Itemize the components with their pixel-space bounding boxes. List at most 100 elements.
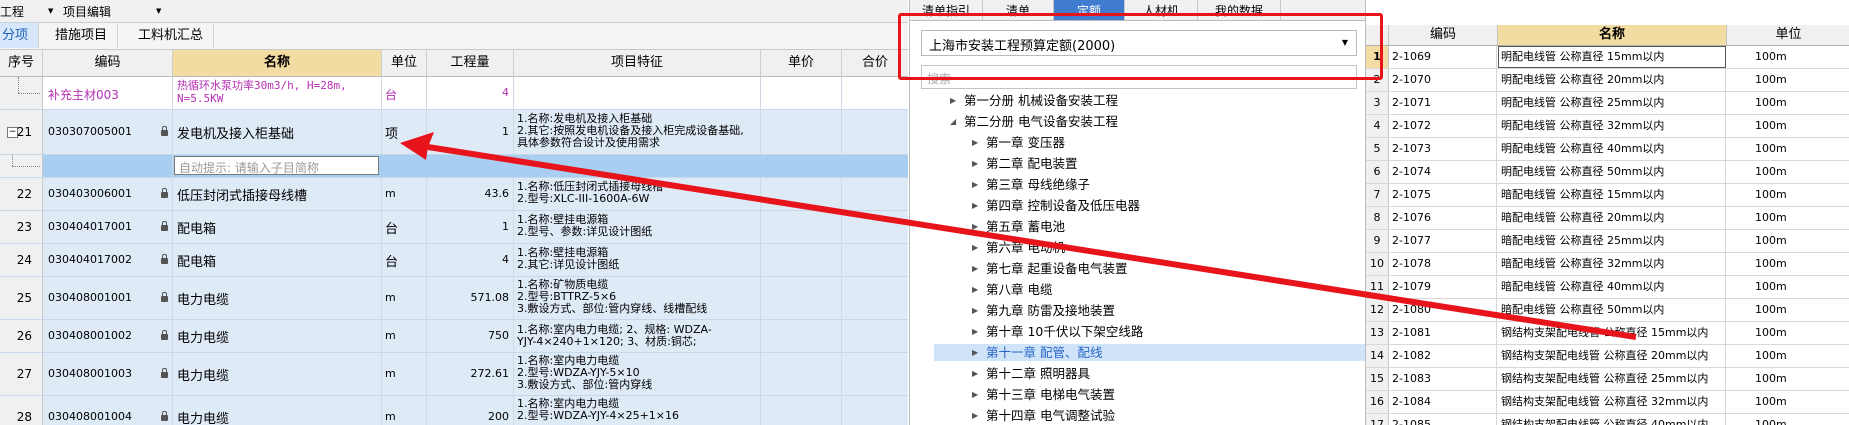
tree-node[interactable]: ▶ 第十四章 电气调整试验 xyxy=(972,407,1115,424)
table-row[interactable]: − 21 030307005001 发电机及接入柜基础 项 1 1.名称:发电机… xyxy=(0,110,908,155)
header-price[interactable]: 单价 xyxy=(761,50,842,76)
expand-arrow-icon[interactable]: ▶ xyxy=(972,134,978,151)
table-row-input[interactable]: 自动提示: 请输入子目简称 xyxy=(0,155,908,178)
row-seq: − 21 xyxy=(0,110,43,154)
tree-node[interactable]: ▶ 第十二章 照明器具 xyxy=(972,365,1090,382)
row-code: 030408001004 xyxy=(43,396,173,425)
expand-arrow-icon[interactable]: ▶ xyxy=(972,155,978,172)
tree-node[interactable]: ▶ 第一分册 机械设备安装工程 xyxy=(950,92,1118,109)
header-unit[interactable]: 单位 xyxy=(1727,25,1849,45)
menu-project[interactable]: 工程 xyxy=(0,3,24,19)
quota-row[interactable]: 14 2-1082 钢结构支架配电线管 公称直径 20mm以内 100m xyxy=(1366,345,1849,368)
expand-arrow-icon[interactable]: ▶ xyxy=(972,344,978,361)
tree-node[interactable]: ▶ 第六章 电动机 xyxy=(972,239,1065,256)
chevron-down-icon[interactable]: ▼ xyxy=(156,7,161,15)
row-unit: 台 xyxy=(382,211,427,243)
row-unit-text: 台 xyxy=(385,255,399,270)
expand-arrow-icon[interactable]: ▶ xyxy=(972,218,978,235)
header-feature[interactable]: 项目特征 xyxy=(514,50,761,76)
quota-row[interactable]: 16 2-1084 钢结构支架配电线管 公称直径 32mm以内 100m xyxy=(1366,391,1849,414)
autocomplete-input[interactable]: 自动提示: 请输入子目简称 xyxy=(174,156,379,175)
expand-arrow-icon[interactable]: ▶ xyxy=(972,302,978,319)
expand-arrow-icon[interactable]: ▶ xyxy=(972,197,978,214)
quota-unit: 100m xyxy=(1755,280,1787,293)
table-row[interactable]: 25 030408001001 电力电缆 m 571.08 1.名称:矿物质电缆… xyxy=(0,277,908,320)
table-row[interactable]: 28 030408001004 电力电缆 m 200 1.名称:室内电力电缆 2… xyxy=(0,396,908,425)
quota-row[interactable]: 10 2-1078 暗配电线管 公称直径 32mm以内 100m xyxy=(1366,253,1849,276)
quota-row[interactable]: 8 2-1076 暗配电线管 公称直径 20mm以内 100m xyxy=(1366,207,1849,230)
header-name[interactable]: 名称 xyxy=(173,50,382,76)
row-seq: 24 xyxy=(0,244,43,276)
expand-arrow-icon[interactable]: ▶ xyxy=(972,176,978,193)
tree-node[interactable]: ▶ 第八章 电缆 xyxy=(972,281,1052,298)
menu-project-edit[interactable]: 项目编辑 xyxy=(63,3,111,19)
quota-name: 明配电线管 公称直径 40mm以内 xyxy=(1498,138,1726,160)
tree-node-label: 第九章 防雷及接地装置 xyxy=(986,303,1115,318)
tree-node[interactable]: ▶ 第三章 母线绝缘子 xyxy=(972,176,1090,193)
row-qty: 43.6 xyxy=(427,178,514,210)
table-row-sub-material[interactable]: 补充主材003 热循环水泵功率30m3/h, H=28m, N=5.5KW 台 … xyxy=(0,77,908,110)
collapse-arrow-icon[interactable]: ◢ xyxy=(950,113,956,130)
quota-row[interactable]: 3 2-1071 明配电线管 公称直径 25mm以内 100m xyxy=(1366,92,1849,115)
tree-node[interactable]: ▶ 第四章 控制设备及低压电器 xyxy=(972,197,1140,214)
tree-node[interactable]: ▶ 第十一章 配管、配线 xyxy=(934,344,1366,361)
expand-arrow-icon[interactable]: ▶ xyxy=(972,323,978,340)
quota-name: 暗配电线管 公称直径 15mm以内 xyxy=(1498,184,1726,206)
quota-row[interactable]: 15 2-1083 钢结构支架配电线管 公称直径 25mm以内 100m xyxy=(1366,368,1849,391)
row-index: 13 xyxy=(1366,322,1389,344)
table-row[interactable]: 26 030408001002 电力电缆 m 750 1.名称:室内电力电缆; … xyxy=(0,320,908,353)
quota-row[interactable]: 17 2-1085 钢结构支架配电线管 公称直径 40mm以内 100m xyxy=(1366,414,1849,425)
quota-row[interactable]: 12 2-1080 暗配电线管 公称直径 50mm以内 100m xyxy=(1366,299,1849,322)
tree-node[interactable]: ▶ 第十三章 电梯电气装置 xyxy=(972,386,1115,403)
tree-node[interactable]: ▶ 第九章 防雷及接地装置 xyxy=(972,302,1115,319)
header-unit[interactable]: 单位 xyxy=(382,50,427,76)
table-row[interactable]: 27 030408001003 电力电缆 m 272.61 1.名称:室内电力电… xyxy=(0,353,908,396)
header-code[interactable]: 编码 xyxy=(1389,25,1498,45)
header-name[interactable]: 名称 xyxy=(1498,25,1727,45)
expand-arrow-icon[interactable]: ▶ xyxy=(972,365,978,382)
tree-node-label: 第十三章 电梯电气装置 xyxy=(986,387,1115,402)
header-code[interactable]: 编码 xyxy=(43,50,173,76)
quota-code: 2-1070 xyxy=(1389,69,1497,91)
tab-measures[interactable]: 措施项目 xyxy=(45,23,119,48)
chevron-down-icon[interactable]: ▼ xyxy=(48,7,53,15)
quota-row[interactable]: 11 2-1079 暗配电线管 公称直径 40mm以内 100m xyxy=(1366,276,1849,299)
tab-labor-material-summary[interactable]: 工料机汇总 xyxy=(128,23,215,48)
tree-node[interactable]: ◢ 第二分册 电气设备安装工程 xyxy=(950,113,1118,130)
row-feature: 1.名称:矿物质电缆 2.型号:BTTRZ-5×6 3.敷设方式、部位:管内穿线… xyxy=(514,277,761,319)
header-seq[interactable]: 序号 xyxy=(0,50,43,76)
quota-row[interactable]: 1 2-1069 明配电线管 公称直径 15mm以内 100m xyxy=(1366,46,1849,69)
table-row[interactable]: 22 030403006001 低压封闭式插接母线槽 m 43.6 1.名称:低… xyxy=(0,178,908,211)
tree-node[interactable]: ▶ 第七章 起重设备电气装置 xyxy=(972,260,1127,277)
quota-name: 暗配电线管 公称直径 50mm以内 xyxy=(1498,299,1726,321)
header-qty[interactable]: 工程量 xyxy=(427,50,514,76)
tree-node[interactable]: ▶ 第五章 蓄电池 xyxy=(972,218,1065,235)
expand-arrow-icon[interactable]: ▶ xyxy=(950,92,956,109)
row-qty: 272.61 xyxy=(427,353,514,395)
expand-arrow-icon[interactable]: ▶ xyxy=(972,239,978,256)
quota-row[interactable]: 5 2-1073 明配电线管 公称直径 40mm以内 100m xyxy=(1366,138,1849,161)
expand-arrow-icon[interactable]: ▶ xyxy=(972,407,978,424)
table-row[interactable]: 23 030404017001 配电箱 台 1 1.名称:壁挂电源箱 2.型号、… xyxy=(0,211,908,244)
quota-row[interactable]: 13 2-1081 钢结构支架配电线管 公称直径 15mm以内 100m xyxy=(1366,322,1849,345)
tab-items[interactable]: 分项 xyxy=(0,23,40,48)
quota-row[interactable]: 2 2-1070 明配电线管 公称直径 20mm以内 100m xyxy=(1366,69,1849,92)
quota-row[interactable]: 7 2-1075 暗配电线管 公称直径 15mm以内 100m xyxy=(1366,184,1849,207)
tree-node[interactable]: ▶ 第一章 变压器 xyxy=(972,134,1065,151)
row-code: 030403006001 xyxy=(43,178,173,210)
grid-header: 序号 编码 名称 单位 工程量 项目特征 单价 合价 xyxy=(0,50,908,77)
quota-row[interactable]: 4 2-1072 明配电线管 公称直径 32mm以内 100m xyxy=(1366,115,1849,138)
quota-row[interactable]: 9 2-1077 暗配电线管 公称直径 25mm以内 100m xyxy=(1366,230,1849,253)
quota-row[interactable]: 6 2-1074 明配电线管 公称直径 50mm以内 100m xyxy=(1366,161,1849,184)
tree-node-label: 第二章 配电装置 xyxy=(986,156,1078,171)
row-total xyxy=(842,244,908,276)
expand-arrow-icon[interactable]: ▶ xyxy=(972,260,978,277)
table-row[interactable]: 24 030404017002 配电箱 台 4 1.名称:壁挂电源箱 2.其它:… xyxy=(0,244,908,277)
tree-node[interactable]: ▶ 第二章 配电装置 xyxy=(972,155,1078,172)
quota-unit: 100m xyxy=(1755,165,1787,178)
row-code-text: 030408001004 xyxy=(48,410,132,423)
tree-node[interactable]: ▶ 第十章 10千伏以下架空线路 xyxy=(972,323,1143,340)
quota-unit: 100m xyxy=(1755,372,1787,385)
expand-arrow-icon[interactable]: ▶ xyxy=(972,386,978,403)
expand-arrow-icon[interactable]: ▶ xyxy=(972,281,978,298)
